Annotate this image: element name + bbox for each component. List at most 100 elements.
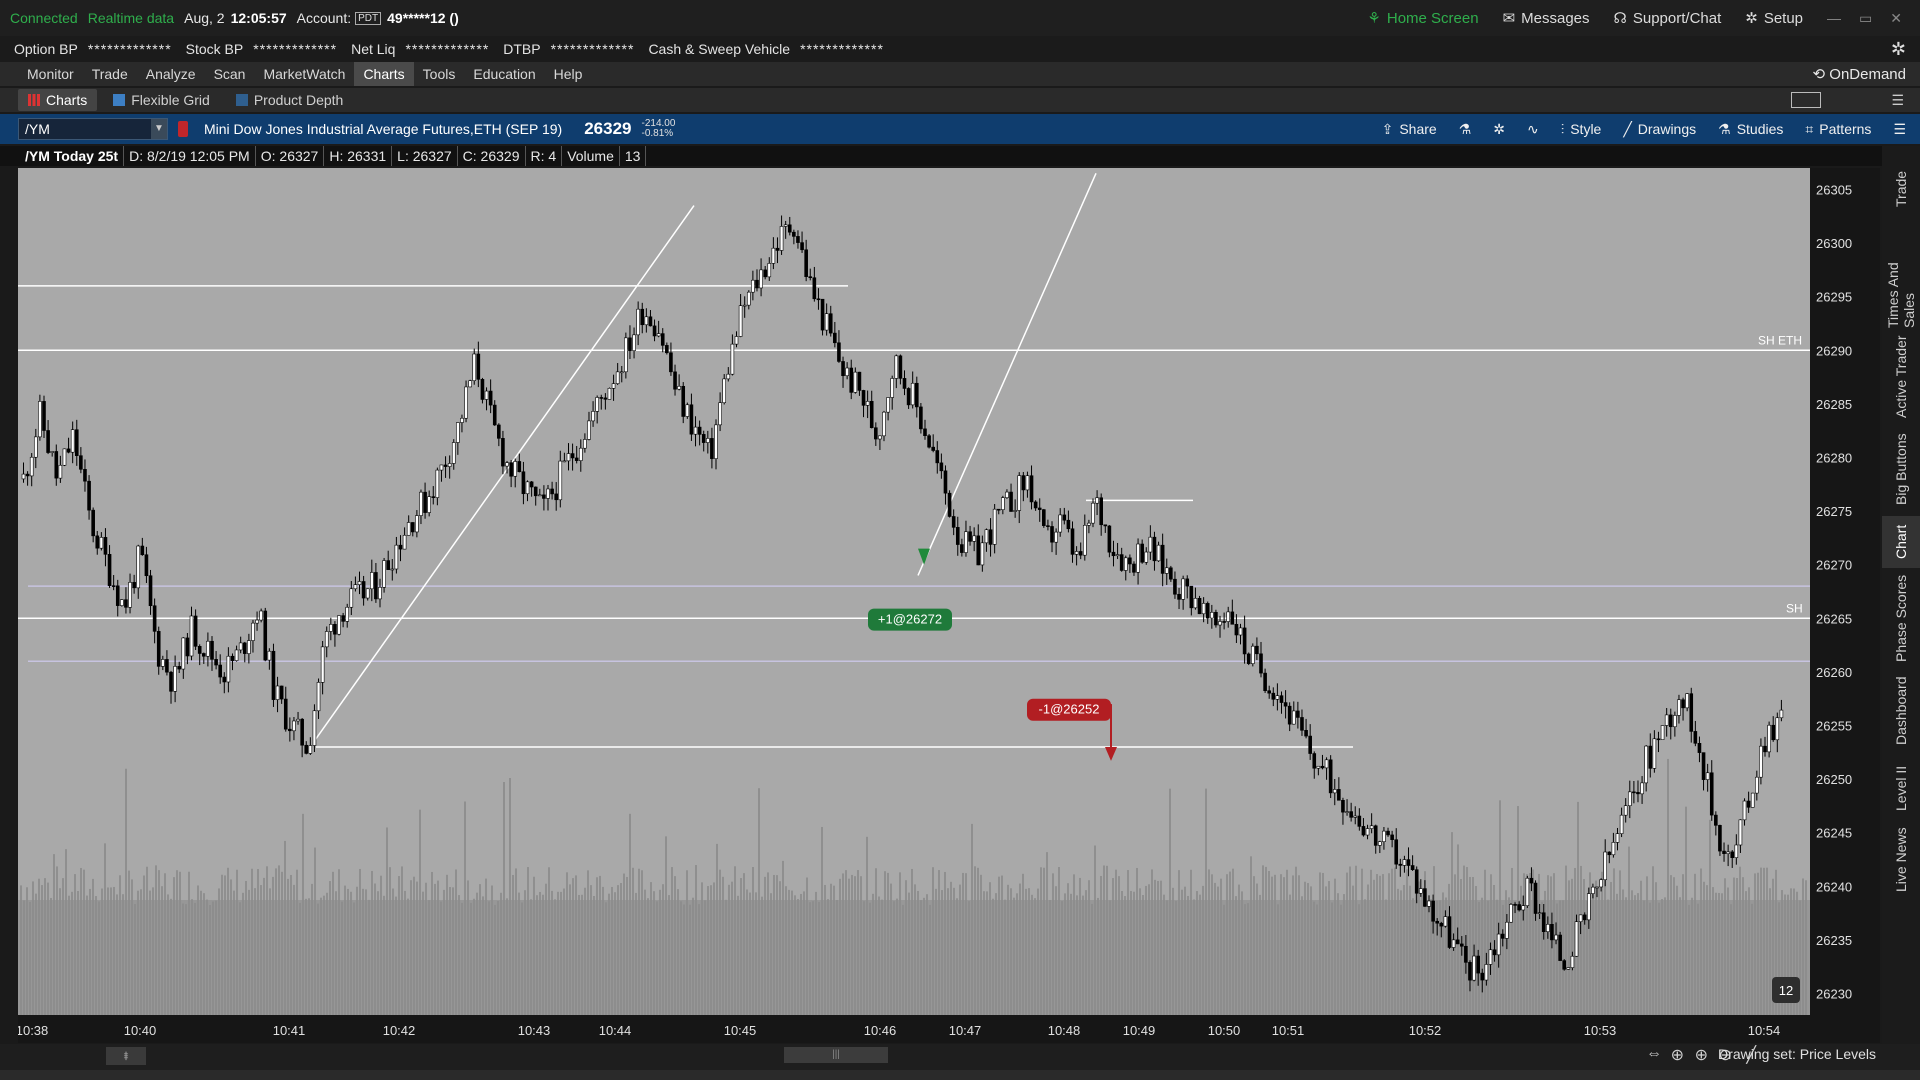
candle-body [755,279,759,289]
home-screen-button[interactable]: ⚘ Home Screen [1367,9,1478,28]
ondemand-button[interactable]: ⟲ OnDemand [1813,65,1906,83]
rail-tab-phase-scores[interactable]: Phase Scores [1882,572,1920,664]
zoom-in-icon[interactable]: ⊕ [1695,1045,1708,1065]
candle-body [54,451,59,479]
subtab-flexible-grid[interactable]: Flexible Grid [103,89,220,111]
rail-tab-big-buttons[interactable]: Big Buttons [1882,426,1920,512]
rail-tab-chart[interactable]: Chart [1882,516,1920,568]
candle-body [1726,851,1730,854]
menu-marketwatch[interactable]: MarketWatch [254,62,354,86]
candle-body [1419,888,1423,894]
collapse-icon[interactable]: ⯒ [106,1047,146,1065]
patterns-button[interactable]: ⌗ Patterns [1805,121,1871,138]
candle-body [1734,844,1739,858]
candle-body [480,379,485,400]
minimize-icon[interactable]: — [1827,10,1841,26]
candle-body [197,646,202,654]
candle-body [1722,850,1726,854]
right-sidebar: Trade Times And Sales Active Trader Big But… [1882,146,1920,1056]
price-chart[interactable]: +1@26272 -1@26252 SH ETH SH 12 26305 26300 2629… [18,168,1880,1043]
candle-body [1140,543,1144,563]
menu-monitor[interactable]: Monitor [18,62,83,86]
candle-body [1205,603,1210,619]
candle-body [255,619,259,624]
candle-body [1013,510,1017,512]
candle-body [1001,497,1005,510]
menu-trade[interactable]: Trade [83,62,137,86]
chart-scrollbar[interactable]: ||| [784,1047,888,1063]
y-tick-label: 26275 [1816,504,1852,519]
drawings-button[interactable]: ╱ Drawings [1623,121,1696,138]
net-liq-label[interactable]: Net Liq [351,41,395,57]
style-button[interactable]: ⫶ Style [1561,121,1602,138]
subtab-product-depth[interactable]: Product Depth [226,89,354,111]
net-change: -214.00 -0.81% [641,119,675,139]
rail-tab-times-and-sales[interactable]: Times And Sales [1882,228,1920,328]
menu-analyze[interactable]: Analyze [137,62,205,86]
candle-body [58,464,63,479]
candle-body [111,585,116,587]
candle-body [1660,725,1665,740]
menu-charts[interactable]: Charts [354,62,414,86]
candle-body [964,531,968,553]
rail-tab-live-news[interactable]: Live News [1882,822,1920,898]
hamburger-icon[interactable]: ☰ [1893,121,1906,138]
pdt-badge: PDT [355,11,382,25]
option-bp-label[interactable]: Option BP [14,41,78,57]
candle-body [1296,710,1300,718]
menu-lines-icon[interactable]: ☰ [1891,92,1904,109]
chart-settings-button[interactable]: ✲ [1493,121,1505,138]
candle-body [677,385,681,390]
crosshair-icon[interactable]: ⊕ [1671,1045,1684,1065]
candle-body [42,401,46,431]
account-number[interactable]: 49*****12 () [387,10,459,26]
menu-tools[interactable]: Tools [414,62,465,86]
y-tick-label: 26260 [1816,665,1852,680]
y-tick-label: 26305 [1816,182,1852,197]
candle-body [1365,828,1370,836]
price-type-button[interactable]: ∿ [1527,121,1539,138]
candle-body [169,671,173,692]
subtab-charts[interactable]: Charts [18,89,98,111]
support-chat-button[interactable]: ☊ Support/Chat [1614,9,1722,28]
menu-help[interactable]: Help [545,62,592,86]
drawing-set-label[interactable]: Drawing set: Price Levels [1718,1046,1876,1062]
chart-canvas[interactable]: +1@26272 -1@26252 SH ETH SH 12 26305 26300 2629… [18,168,1880,1043]
candle-body [1529,877,1534,884]
zoom-fit-icon[interactable]: ⇔ [1646,1045,1662,1063]
menu-scan[interactable]: Scan [205,62,255,86]
candle-body [886,397,890,413]
candle-body [960,544,964,553]
symbol-input[interactable]: /YM ▼ [18,118,168,140]
candle-body [603,397,608,400]
y-tick-label: 26240 [1816,879,1852,894]
rail-tab-dashboard[interactable]: Dashboard [1882,668,1920,754]
candle-body [382,560,386,588]
rail-tab-trade[interactable]: Trade [1882,154,1920,224]
realtime-status[interactable]: Realtime data [88,10,174,26]
studies-label: Studies [1736,121,1784,137]
share-icon: ⇪ [1381,120,1394,137]
messages-button[interactable]: ✉ Messages [1503,9,1590,28]
rail-tab-level-ii[interactable]: Level II [1882,758,1920,818]
y-tick-label: 26250 [1816,772,1852,787]
candle-body [1373,825,1378,846]
rail-tab-active-trader[interactable]: Active Trader [1882,332,1920,422]
flask-icon: ⚗ [1718,120,1731,137]
settings-gear-icon[interactable]: ✲ [1891,39,1906,60]
setup-button[interactable]: ✲ Setup [1745,9,1803,28]
studies-button[interactable]: ⚗ Studies [1718,121,1783,138]
chevron-down-icon[interactable]: ▼ [151,119,167,139]
alert-flag-icon[interactable] [178,121,188,137]
layout-icon[interactable] [1791,92,1822,108]
menu-education[interactable]: Education [464,62,544,86]
candle-body [710,438,714,459]
candle-body [1587,893,1591,921]
maximize-icon[interactable]: ▭ [1859,10,1872,27]
share-button[interactable]: ⇪ Share [1382,121,1437,138]
candle-body [464,386,468,419]
flask-button[interactable]: ⚗ [1459,121,1472,138]
volume-value: 13 [620,146,647,166]
gear-icon: ✲ [1745,10,1758,27]
close-icon[interactable]: ✕ [1890,10,1902,27]
